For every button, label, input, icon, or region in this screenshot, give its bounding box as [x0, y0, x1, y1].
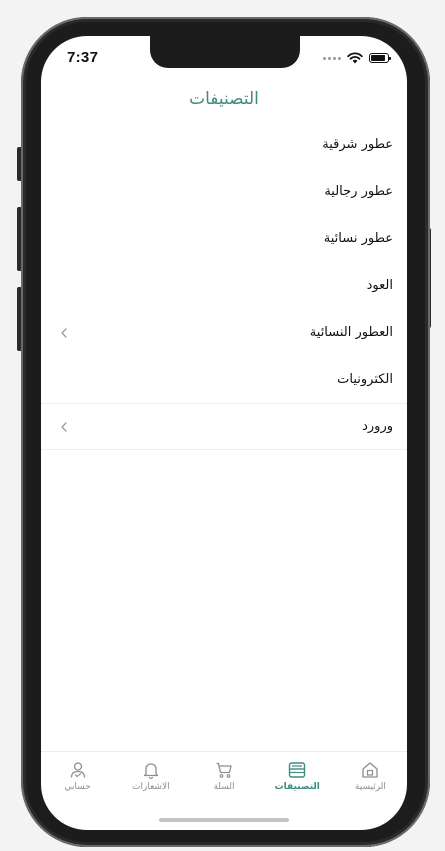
- category-label: عطور شرقية: [322, 137, 393, 152]
- category-item[interactable]: عطور نسائية: [41, 215, 407, 262]
- category-label: العود: [366, 278, 393, 293]
- tab-label: السلة: [213, 782, 235, 792]
- category-label: العطور النسائية: [309, 325, 393, 340]
- tab-categories[interactable]: التصنيفات: [261, 752, 334, 804]
- wifi-icon: [347, 52, 363, 64]
- bottom-tab-bar: حسابي الاشعارات السلة التصنيفات الرئيسية: [41, 751, 407, 804]
- user-icon: [70, 762, 85, 778]
- category-item[interactable]: الكترونيات: [41, 356, 407, 403]
- category-list: عطور شرقية عطور رجالية عطور نسائية العود…: [41, 121, 407, 450]
- tab-label: التصنيفات: [274, 782, 320, 792]
- category-label: ورورد: [362, 419, 393, 434]
- home-icon: [362, 762, 379, 778]
- cart-icon: [216, 762, 232, 778]
- category-label: الكترونيات: [337, 372, 393, 387]
- category-label: عطور نسائية: [323, 231, 393, 246]
- signal-icon: [323, 56, 341, 60]
- tab-label: حسابي: [64, 782, 91, 792]
- notch: [150, 36, 300, 68]
- category-item[interactable]: عطور شرقية: [41, 121, 407, 168]
- category-item-expandable[interactable]: ورورد: [41, 403, 407, 450]
- bell-icon: [143, 763, 158, 779]
- status-icons: [323, 52, 391, 64]
- tab-cart[interactable]: السلة: [187, 752, 260, 804]
- chevron-left-icon[interactable]: [57, 326, 71, 340]
- categories-icon: [289, 762, 306, 778]
- home-indicator: [159, 818, 289, 822]
- tab-label: الاشعارات: [132, 782, 170, 792]
- tab-label: الرئيسية: [354, 782, 386, 792]
- category-item-expandable[interactable]: العطور النسائية: [41, 309, 407, 356]
- status-time: 7:37: [67, 49, 99, 66]
- tab-account[interactable]: حسابي: [41, 752, 114, 804]
- page-title: التصنيفات: [189, 89, 259, 109]
- category-label: عطور رجالية: [324, 184, 393, 199]
- category-item[interactable]: عطور رجالية: [41, 168, 407, 215]
- battery-icon: [369, 53, 391, 63]
- tab-notifications[interactable]: الاشعارات: [114, 752, 187, 804]
- chevron-left-icon[interactable]: [57, 420, 71, 434]
- tab-home[interactable]: الرئيسية: [334, 752, 407, 804]
- phone-screen: 7:37 التصنيفات عطور شرقية عطور رجالية عط…: [41, 36, 407, 830]
- category-item[interactable]: العود: [41, 262, 407, 309]
